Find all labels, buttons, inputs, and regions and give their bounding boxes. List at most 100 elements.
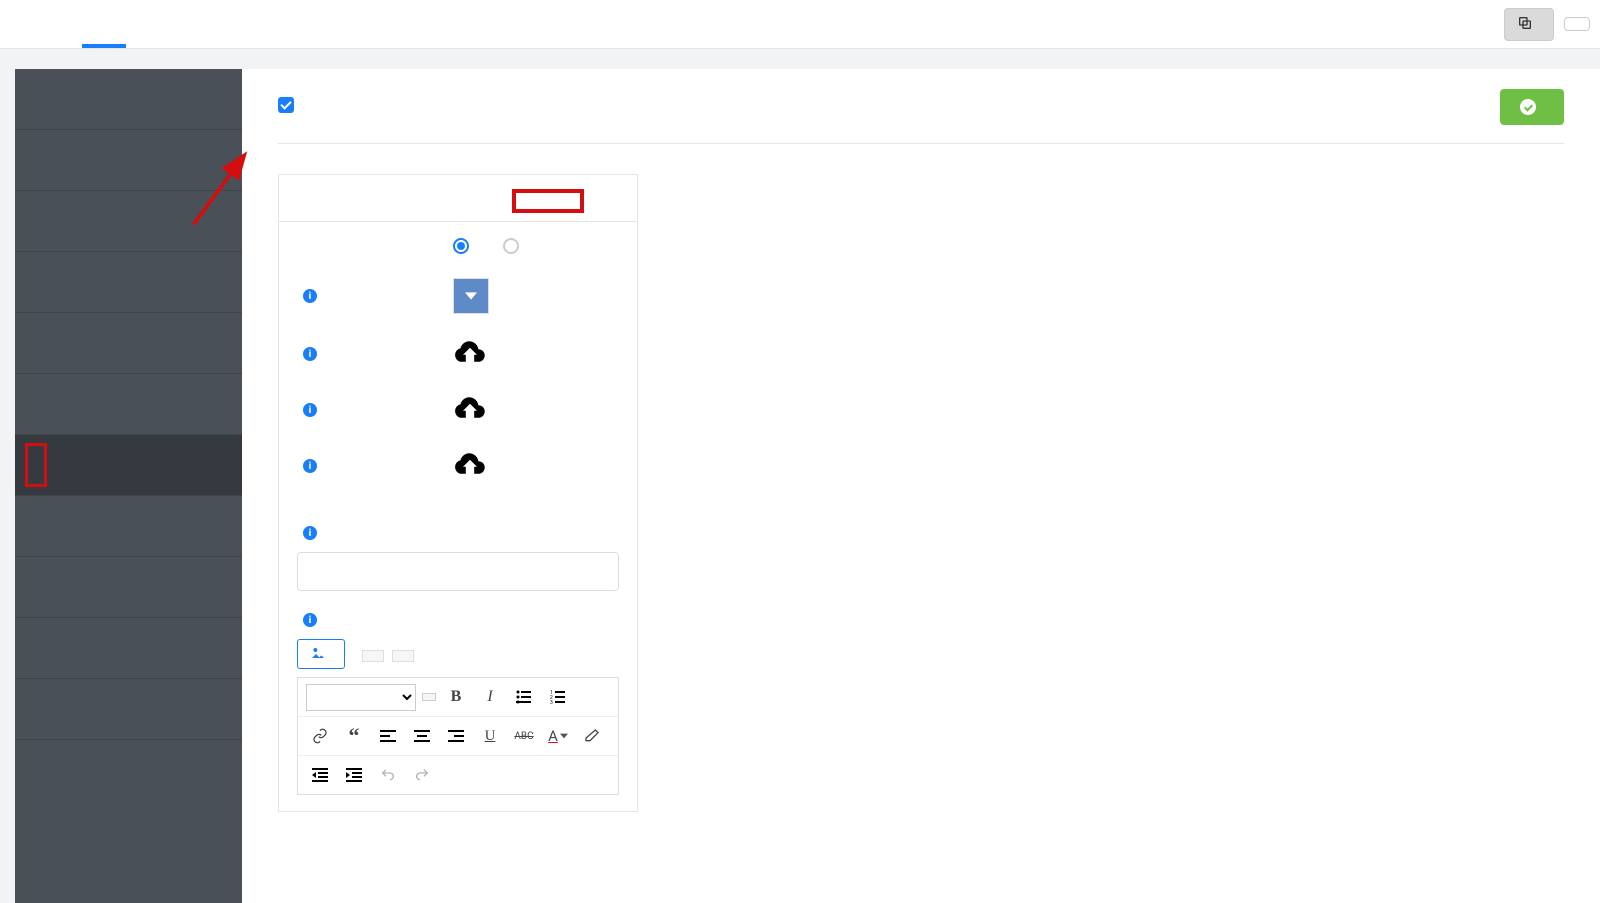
row-featured-image: i	[297, 450, 619, 482]
cloud-upload-icon	[453, 338, 487, 366]
outdent-icon	[312, 767, 328, 783]
enable-landing-page-toggle[interactable]	[278, 97, 304, 113]
underline-button[interactable]: U	[476, 722, 504, 750]
link-icon	[312, 728, 328, 744]
row-page-design-style	[297, 238, 619, 254]
link-button[interactable]	[306, 722, 334, 750]
italic-button[interactable]: I	[476, 683, 504, 711]
align-right-icon	[448, 728, 464, 744]
redo-button[interactable]	[408, 761, 436, 789]
info-icon: i	[303, 347, 317, 361]
upload-bg-image[interactable]	[453, 338, 487, 370]
editor-mode-tabs	[362, 650, 414, 662]
info-icon: i	[303, 526, 317, 540]
info-icon: i	[303, 459, 317, 473]
upload-form-logo[interactable]	[453, 394, 487, 426]
text-color-button[interactable]: A	[544, 722, 572, 750]
wysiwyg-editor: B I 123 “	[297, 677, 619, 795]
page-header	[278, 89, 1564, 125]
shortcode-button[interactable]	[1504, 8, 1554, 41]
eraser-icon	[584, 728, 600, 744]
format-select[interactable]	[306, 684, 416, 711]
sidebar-item-custom-css-js[interactable]	[15, 618, 242, 679]
cloud-upload-icon	[453, 450, 487, 478]
radio-unchecked-icon	[503, 238, 519, 254]
add-media-button[interactable]	[297, 639, 345, 669]
sidebar-item-zapier[interactable]	[15, 374, 242, 435]
label-description: i	[297, 613, 619, 627]
undo-button[interactable]	[374, 761, 402, 789]
align-center-button[interactable]	[408, 722, 436, 750]
chevron-down-icon	[560, 732, 568, 740]
bullet-list-button[interactable]	[510, 683, 538, 711]
radio-checked-icon	[453, 238, 469, 254]
label-page-heading: i	[297, 526, 619, 540]
label-featured-image: i	[297, 459, 437, 473]
outdent-button[interactable]	[306, 761, 334, 789]
card: i i	[278, 174, 638, 812]
sidebar-item-email-notifications[interactable]	[15, 130, 242, 191]
undo-icon	[380, 767, 396, 783]
blockquote-button[interactable]: “	[340, 722, 368, 750]
tab-entries[interactable]	[126, 0, 170, 48]
upload-featured-image[interactable]	[453, 450, 487, 482]
sidebar-item-other-confirmations[interactable]	[15, 191, 242, 252]
radio-classic[interactable]	[503, 238, 525, 254]
color-picker[interactable]	[453, 278, 489, 314]
strikethrough-button[interactable]: ABC	[510, 722, 538, 750]
bold-button[interactable]: B	[442, 683, 470, 711]
info-icon: i	[303, 403, 317, 417]
bullet-list-icon	[516, 689, 532, 705]
toolbar-row-3	[298, 756, 618, 794]
svg-text:3: 3	[550, 700, 553, 705]
save-settings-button[interactable]	[1500, 89, 1564, 125]
main: i i	[242, 69, 1600, 903]
checkbox-checked-icon	[278, 97, 294, 113]
page-heading-input[interactable]	[297, 552, 619, 591]
numbered-list-icon: 123	[550, 689, 566, 705]
align-right-button[interactable]	[442, 722, 470, 750]
row-bg-color: i	[297, 278, 619, 314]
sidebar-item-pdf-feeds[interactable]	[15, 313, 242, 374]
clear-format-button[interactable]	[578, 722, 606, 750]
chevron-down-icon	[465, 290, 477, 302]
info-icon: i	[303, 613, 317, 627]
mode-text[interactable]	[392, 650, 414, 662]
preview-button[interactable]	[1564, 17, 1590, 31]
numbered-list-button[interactable]: 123	[544, 683, 572, 711]
redo-icon	[414, 767, 430, 783]
mode-visual[interactable]	[362, 650, 384, 662]
sidebar-item-slack[interactable]	[15, 252, 242, 313]
sidebar-item-webhook[interactable]	[15, 557, 242, 618]
body: i i	[0, 49, 1600, 903]
annotation-highlight	[512, 189, 584, 213]
insert-button-btn[interactable]	[422, 693, 436, 701]
topbar-left	[10, 0, 170, 48]
label-bg-image: i	[297, 347, 437, 361]
annotation-highlight	[25, 443, 47, 487]
editor-toprow	[297, 639, 619, 669]
card-tab-design[interactable]	[279, 175, 458, 221]
cloud-upload-icon	[453, 394, 487, 422]
divider	[278, 143, 1564, 144]
tab-editor[interactable]	[38, 0, 82, 48]
radio-group-style	[453, 238, 525, 254]
radio-boxed[interactable]	[453, 238, 475, 254]
align-left-button[interactable]	[374, 722, 402, 750]
toolbar-row-1: B I 123	[298, 678, 618, 717]
card-tabs	[279, 175, 637, 222]
tab-settings[interactable]	[82, 0, 126, 48]
check-circle-icon	[1520, 99, 1536, 115]
card-tab-share[interactable]	[458, 175, 637, 221]
card-body: i i	[279, 222, 637, 811]
toolbar-row-2: “ U ABC A	[298, 717, 618, 756]
topbar	[0, 0, 1600, 49]
sidebar-item-form-settings[interactable]	[15, 69, 242, 130]
sidebar-item-marketing-crm[interactable]	[15, 679, 242, 740]
align-center-icon	[414, 728, 430, 744]
label-form-logo: i	[297, 403, 437, 417]
sidebar-item-quiz-settings[interactable]	[15, 496, 242, 557]
indent-button[interactable]	[340, 761, 368, 789]
sidebar-item-landing-page[interactable]	[15, 435, 242, 496]
info-icon: i	[303, 289, 317, 303]
